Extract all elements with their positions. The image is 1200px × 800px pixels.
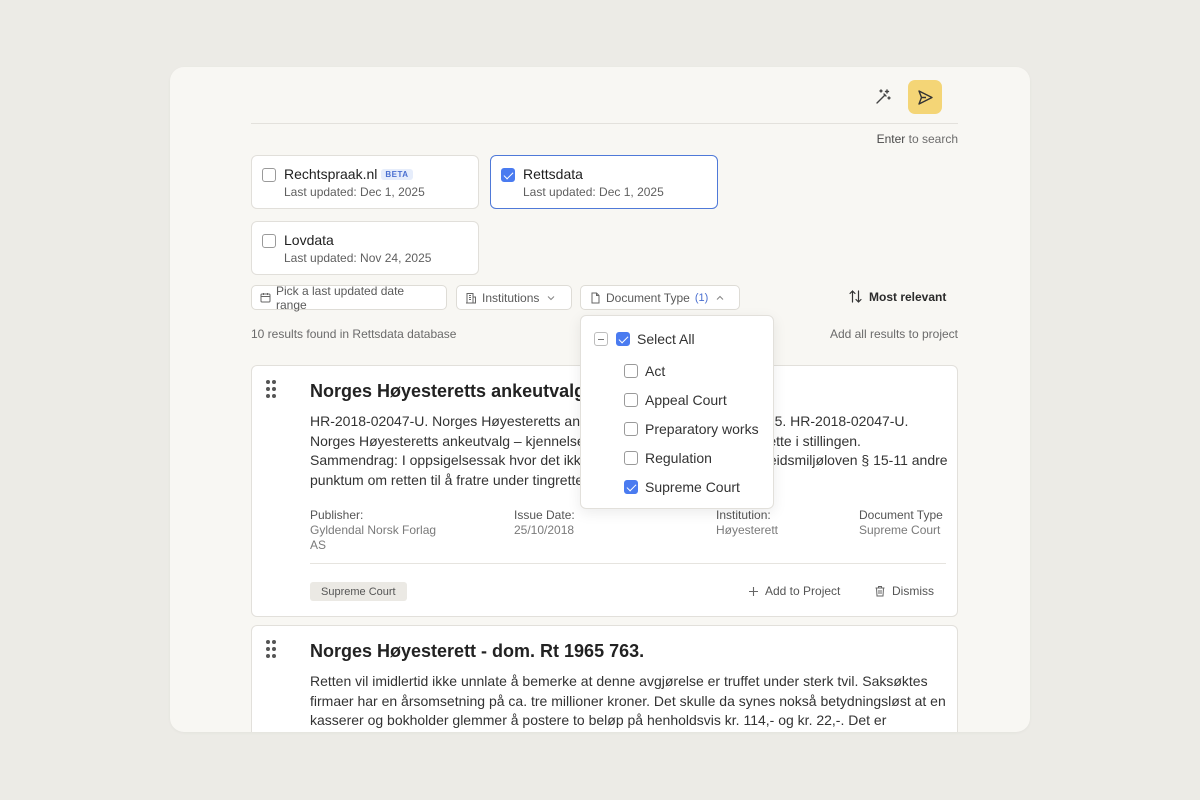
- calendar-icon: [260, 293, 271, 303]
- enter-to-search-hint: Enter to search: [876, 132, 958, 146]
- option-regulation[interactable]: Regulation: [581, 447, 773, 469]
- card-divider: [310, 563, 946, 564]
- document-type-label: Document Type: [606, 290, 690, 305]
- source-last-updated: Last updated: Nov 24, 2025: [284, 251, 432, 265]
- option-supreme-court[interactable]: Supreme Court: [581, 476, 773, 498]
- institutions-label: Institutions: [482, 290, 540, 305]
- source-name: Lovdata: [284, 232, 334, 248]
- option-act[interactable]: Act: [581, 360, 773, 382]
- chevron-up-icon: [716, 295, 724, 300]
- institution-meta: Institution: Høyesterett: [716, 508, 779, 537]
- add-to-project-button[interactable]: Add to Project: [748, 584, 840, 598]
- result-title[interactable]: Norges Høyesteretts ankeutvalg: [310, 381, 585, 402]
- sort-label: Most relevant: [869, 289, 947, 304]
- select-all-option[interactable]: Select All: [581, 328, 773, 350]
- beta-badge: BETA: [381, 169, 413, 180]
- source-name: Rettsdata: [523, 166, 583, 182]
- result-summary: Retten vil imidlertid ikke unnlate å bem…: [310, 673, 946, 728]
- chevron-down-icon: [547, 295, 555, 300]
- results-count: 10 results found in Rettsdata database: [251, 327, 457, 341]
- drag-handle-icon[interactable]: [266, 640, 278, 658]
- magic-wand-icon: [876, 89, 891, 104]
- document-type-filter[interactable]: Document Type (1): [580, 285, 740, 310]
- source-last-updated: Last updated: Dec 1, 2025: [523, 185, 664, 199]
- document-icon: [591, 292, 600, 303]
- date-range-label: Pick a last updated date range: [275, 283, 405, 312]
- result-card: Norges Høyesterett - dom. Rt 1965 763. R…: [251, 625, 958, 732]
- search-divider: [251, 123, 958, 124]
- dismiss-button[interactable]: Dismiss: [874, 584, 934, 598]
- sort-button[interactable]: Most relevant: [848, 289, 946, 304]
- option-checkbox[interactable]: [624, 393, 638, 407]
- document-type-dropdown: Select All Act Appeal Court Preparatory …: [580, 315, 774, 509]
- publisher-meta: Publisher: Gyldendal Norsk Forlag AS: [310, 508, 437, 552]
- option-checkbox[interactable]: [624, 451, 638, 465]
- document-type-meta: Document Type Supreme Court: [859, 508, 943, 537]
- option-checkbox[interactable]: [624, 480, 638, 494]
- source-card-rechtspraak[interactable]: Rechtspraak.nl BETA Last updated: Dec 1, …: [251, 155, 479, 209]
- send-icon: [917, 89, 933, 105]
- source-checkbox[interactable]: [262, 168, 276, 182]
- result-title[interactable]: Norges Høyesterett - dom. Rt 1965 763.: [310, 641, 644, 662]
- institutions-filter[interactable]: Institutions: [456, 285, 572, 310]
- source-card-rettsdata[interactable]: Rettsdata Last updated: Dec 1, 2025: [490, 155, 718, 209]
- date-range-filter[interactable]: Pick a last updated date range: [251, 283, 447, 312]
- search-panel: Enter to search Rechtspraak.nl BETA Last …: [170, 67, 1030, 732]
- select-all-checkbox[interactable]: [616, 332, 630, 346]
- document-type-tag: Supreme Court: [310, 582, 407, 601]
- drag-handle-icon[interactable]: [266, 380, 278, 398]
- building-icon: [466, 292, 476, 303]
- sort-arrows-icon: [849, 290, 862, 303]
- collapse-icon[interactable]: [594, 332, 608, 346]
- option-checkbox[interactable]: [624, 422, 638, 436]
- issue-date-meta: Issue Date: 25/10/2018: [514, 508, 575, 537]
- send-button[interactable]: [908, 80, 942, 114]
- trash-icon: [875, 586, 885, 597]
- magic-wand-button[interactable]: [866, 80, 900, 114]
- source-checkbox[interactable]: [501, 168, 515, 182]
- option-appeal-court[interactable]: Appeal Court: [581, 389, 773, 411]
- source-card-lovdata[interactable]: Lovdata Last updated: Nov 24, 2025: [251, 221, 479, 275]
- option-preparatory-works[interactable]: Preparatory works: [581, 418, 773, 440]
- source-name: Rechtspraak.nl BETA: [284, 166, 413, 182]
- plus-icon: [749, 586, 758, 596]
- source-last-updated: Last updated: Dec 1, 2025: [284, 185, 425, 199]
- document-type-count: (1): [694, 291, 709, 304]
- source-checkbox[interactable]: [262, 234, 276, 248]
- add-all-results-link[interactable]: Add all results to project: [830, 327, 958, 341]
- option-checkbox[interactable]: [624, 364, 638, 378]
